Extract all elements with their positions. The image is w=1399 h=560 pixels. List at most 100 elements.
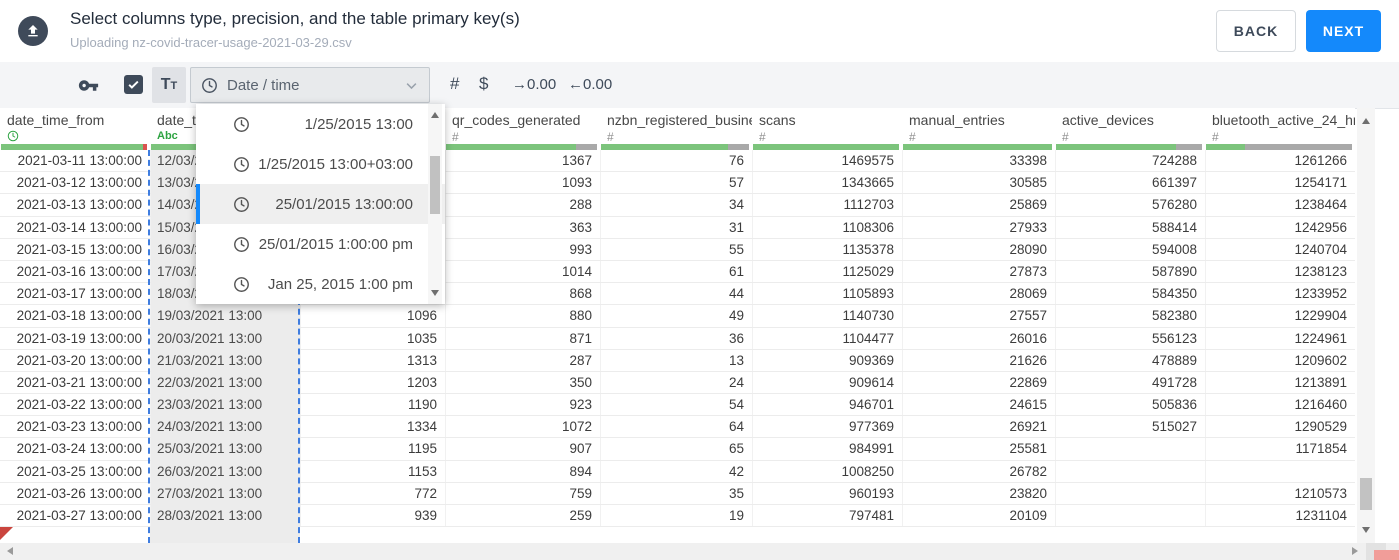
- table-cell[interactable]: 1125029: [752, 260, 902, 283]
- column-header-active_devices[interactable]: active_devices #: [1055, 108, 1205, 150]
- table-cell[interactable]: 1238123: [1205, 260, 1355, 283]
- table-cell[interactable]: 22/03/2021 13:00: [150, 371, 300, 394]
- table-cell[interactable]: 20/03/2021 13:00: [150, 327, 300, 349]
- menu-scroll-down-icon[interactable]: [430, 290, 439, 296]
- table-cell[interactable]: 33398: [902, 150, 1055, 172]
- table-cell[interactable]: 1104477: [752, 327, 902, 349]
- table-cell[interactable]: 2021-03-18 13:00:00: [0, 305, 150, 326]
- table-cell[interactable]: 55: [600, 238, 752, 260]
- table-cell[interactable]: 1254171: [1205, 172, 1355, 194]
- table-cell[interactable]: 1231104: [1205, 505, 1355, 527]
- primary-key-icon[interactable]: [78, 75, 99, 101]
- table-cell[interactable]: 21/03/2021 13:00: [150, 349, 300, 371]
- table-cell[interactable]: 894: [445, 460, 600, 482]
- table-cell[interactable]: 1209602: [1205, 349, 1355, 371]
- table-cell[interactable]: 1210573: [1205, 482, 1355, 504]
- table-cell[interactable]: 1216460: [1205, 394, 1355, 416]
- column-type-select[interactable]: Date / time: [190, 67, 430, 103]
- table-cell[interactable]: 871: [445, 327, 600, 349]
- table-cell[interactable]: 259: [445, 505, 600, 527]
- table-cell[interactable]: 26016: [902, 327, 1055, 349]
- table-cell[interactable]: 35: [600, 482, 752, 504]
- table-cell[interactable]: 64: [600, 416, 752, 438]
- table-cell[interactable]: 594008: [1055, 238, 1205, 260]
- table-cell[interactable]: 27933: [902, 216, 1055, 238]
- table-cell[interactable]: 797481: [752, 505, 902, 527]
- table-cell[interactable]: 939: [300, 505, 445, 527]
- table-cell[interactable]: 1240704: [1205, 238, 1355, 260]
- table-cell[interactable]: 49: [600, 305, 752, 327]
- table-cell[interactable]: 1108306: [752, 216, 902, 238]
- table-cell[interactable]: 2021-03-23 13:00:00: [0, 416, 150, 437]
- table-cell[interactable]: 1105893: [752, 283, 902, 305]
- table-cell[interactable]: 1213891: [1205, 371, 1355, 394]
- table-cell[interactable]: 1190: [300, 394, 445, 416]
- table-cell[interactable]: [1205, 460, 1355, 482]
- table-cell[interactable]: 1290529: [1205, 416, 1355, 438]
- table-cell[interactable]: 28090: [902, 238, 1055, 260]
- table-cell[interactable]: 1035: [300, 327, 445, 349]
- table-cell[interactable]: 1112703: [752, 194, 902, 216]
- scroll-right-icon[interactable]: [1352, 547, 1358, 555]
- table-cell[interactable]: 584350: [1055, 283, 1205, 305]
- table-cell[interactable]: 759: [445, 482, 600, 504]
- table-cell[interactable]: 30585: [902, 172, 1055, 194]
- table-cell[interactable]: 363: [445, 216, 600, 238]
- table-cell[interactable]: 61: [600, 260, 752, 283]
- table-cell[interactable]: 65: [600, 438, 752, 460]
- table-cell[interactable]: 1014: [445, 260, 600, 283]
- table-cell[interactable]: 1242956: [1205, 216, 1355, 238]
- table-cell[interactable]: 880: [445, 305, 600, 327]
- menu-scrollbar[interactable]: [428, 104, 442, 304]
- table-cell[interactable]: 588414: [1055, 216, 1205, 238]
- table-cell[interactable]: 54: [600, 394, 752, 416]
- table-cell[interactable]: 2021-03-19 13:00:00: [0, 328, 150, 349]
- table-cell[interactable]: 868: [445, 283, 600, 305]
- table-cell[interactable]: 909369: [752, 349, 902, 371]
- table-cell[interactable]: 13: [600, 349, 752, 371]
- horizontal-scrollbar-thumb[interactable]: [1374, 550, 1399, 560]
- table-cell[interactable]: 977369: [752, 416, 902, 438]
- table-cell[interactable]: 556123: [1055, 327, 1205, 349]
- table-cell[interactable]: 20109: [902, 505, 1055, 527]
- table-cell[interactable]: 582380: [1055, 305, 1205, 327]
- table-cell[interactable]: [1055, 482, 1205, 504]
- table-cell[interactable]: 76: [600, 150, 752, 172]
- table-cell[interactable]: 1140730: [752, 305, 902, 327]
- table-cell[interactable]: 505836: [1055, 394, 1205, 416]
- column-header-bluetooth_active_24_hr_[interactable]: bluetooth_active_24_hr_ #: [1205, 108, 1355, 150]
- column-header-date_time_from[interactable]: date_time_from: [0, 108, 150, 150]
- table-cell[interactable]: 27873: [902, 260, 1055, 283]
- table-cell[interactable]: [1055, 460, 1205, 482]
- table-cell[interactable]: [1055, 438, 1205, 460]
- scroll-down-icon[interactable]: [1362, 527, 1370, 533]
- table-cell[interactable]: 491728: [1055, 371, 1205, 394]
- table-cell[interactable]: 960193: [752, 482, 902, 504]
- table-cell[interactable]: 26921: [902, 416, 1055, 438]
- table-cell[interactable]: 26/03/2021 13:00: [150, 460, 300, 482]
- format-menu-item[interactable]: 25/01/2015 13:00:00: [196, 184, 445, 224]
- back-button[interactable]: BACK: [1216, 10, 1296, 52]
- format-menu-item[interactable]: 25/01/2015 1:00:00 pm: [196, 224, 445, 264]
- horizontal-scrollbar[interactable]: [0, 543, 1399, 560]
- table-cell[interactable]: 1135378: [752, 238, 902, 260]
- table-cell[interactable]: 907: [445, 438, 600, 460]
- table-cell[interactable]: 2021-03-25 13:00:00: [0, 461, 150, 482]
- table-cell[interactable]: 25/03/2021 13:00: [150, 438, 300, 460]
- table-cell[interactable]: 27/03/2021 13:00: [150, 482, 300, 504]
- table-cell[interactable]: 2021-03-15 13:00:00: [0, 239, 150, 260]
- table-cell[interactable]: 24: [600, 371, 752, 394]
- table-cell[interactable]: 587890: [1055, 260, 1205, 283]
- table-cell[interactable]: 909614: [752, 371, 902, 394]
- next-button[interactable]: NEXT: [1306, 10, 1381, 52]
- table-cell[interactable]: 2021-03-14 13:00:00: [0, 217, 150, 238]
- table-cell[interactable]: 1261266: [1205, 150, 1355, 172]
- table-cell[interactable]: 26782: [902, 460, 1055, 482]
- table-cell[interactable]: 23/03/2021 13:00: [150, 394, 300, 416]
- table-cell[interactable]: 2021-03-22 13:00:00: [0, 394, 150, 415]
- table-cell[interactable]: 1238464: [1205, 194, 1355, 216]
- format-menu-item[interactable]: Jan 25, 2015 1:00 pm: [196, 264, 445, 304]
- table-cell[interactable]: 2021-03-17 13:00:00: [0, 283, 150, 304]
- text-type-button[interactable]: TT: [152, 67, 186, 103]
- table-cell[interactable]: 478889: [1055, 349, 1205, 371]
